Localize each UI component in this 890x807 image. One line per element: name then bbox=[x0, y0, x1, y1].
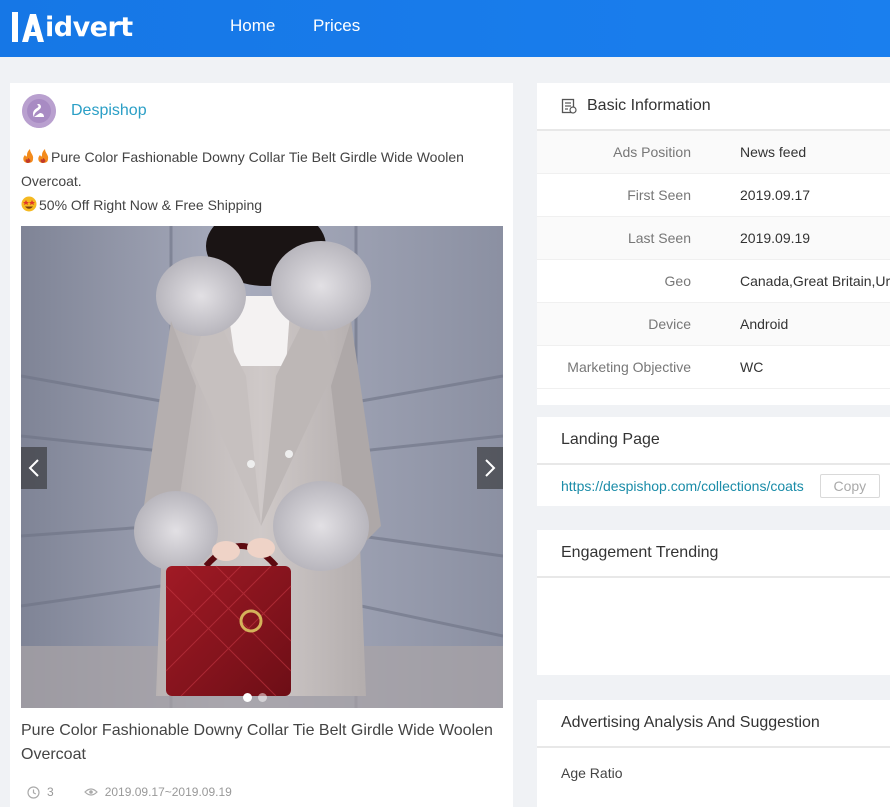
landing-page-header: Landing Page bbox=[537, 417, 890, 465]
top-nav-bar: idvert Home Prices bbox=[0, 0, 890, 57]
info-key: Geo bbox=[664, 273, 691, 289]
ad-date-range: 2019.09.17~2019.09.19 bbox=[104, 785, 232, 799]
info-row-last-seen: Last Seen 2019.09.19 bbox=[537, 217, 890, 260]
ad-text-line1: Pure Color Fashionable Downy Collar Tie … bbox=[21, 149, 464, 189]
fire-emoji-icon bbox=[23, 149, 49, 163]
carousel-dots bbox=[243, 693, 267, 702]
ad-days-count: 3 bbox=[47, 785, 54, 799]
age-ratio-label: Age Ratio bbox=[561, 765, 623, 781]
basic-information-panel: Basic Information Ads Position News feed… bbox=[537, 83, 890, 405]
carousel-next-button[interactable] bbox=[477, 447, 503, 489]
logo-mark-icon bbox=[12, 12, 44, 42]
info-value: News feed bbox=[740, 144, 807, 160]
nav-home-link[interactable]: Home bbox=[230, 16, 275, 36]
copy-url-button[interactable]: Copy bbox=[819, 473, 880, 498]
logo-text: idvert bbox=[45, 11, 133, 43]
nav-prices-link[interactable]: Prices bbox=[313, 16, 360, 36]
basic-information-header: Basic Information bbox=[537, 83, 890, 131]
ad-title: Pure Color Fashionable Downy Collar Tie … bbox=[21, 722, 493, 763]
basic-information-title: Basic Information bbox=[587, 97, 711, 114]
landing-url-row: https://despishop.com/collections/coats … bbox=[537, 465, 890, 506]
ad-meta: 3 2019.09.17~2019.09.19 bbox=[27, 785, 232, 799]
info-key: First Seen bbox=[627, 187, 691, 203]
advertising-analysis-panel: Advertising Analysis And Suggestion Age … bbox=[537, 700, 890, 807]
swan-logo-icon bbox=[22, 94, 56, 128]
ad-media-carousel[interactable] bbox=[21, 226, 503, 708]
info-value: 2019.09.17 bbox=[740, 187, 811, 203]
info-key: Last Seen bbox=[627, 230, 691, 246]
clock-icon bbox=[27, 785, 40, 799]
ad-product-image bbox=[21, 226, 503, 708]
carousel-prev-button[interactable] bbox=[21, 447, 47, 489]
advertiser-avatar[interactable] bbox=[22, 94, 56, 128]
ad-card: Despishop Pure Color Fashionable Downy C… bbox=[10, 83, 513, 807]
ad-text-line2: 50% Off Right Now & Free Shipping bbox=[39, 197, 263, 213]
document-list-icon bbox=[561, 98, 577, 114]
idvert-logo[interactable]: idvert bbox=[10, 8, 133, 46]
info-value: WC bbox=[740, 359, 764, 375]
info-key: Marketing Objective bbox=[567, 359, 691, 375]
landing-page-link[interactable]: https://despishop.com/collections/coats bbox=[561, 478, 804, 494]
info-value: 2019.09.19 bbox=[740, 230, 811, 246]
info-value: Android bbox=[740, 316, 789, 332]
info-value: Canada,Great Britain,Ur bbox=[740, 273, 890, 289]
engagement-trending-header: Engagement Trending bbox=[537, 530, 890, 578]
info-row-marketing-objective: Marketing Objective WC bbox=[537, 346, 890, 389]
info-row-ads-position: Ads Position News feed bbox=[537, 131, 890, 174]
eye-icon bbox=[83, 787, 98, 797]
info-row-device: Device Android bbox=[537, 303, 890, 346]
carousel-dot[interactable] bbox=[258, 693, 267, 702]
basic-info-table: Ads Position News feed First Seen 2019.0… bbox=[537, 131, 890, 389]
ad-post-text: Pure Color Fashionable Downy Collar Tie … bbox=[21, 145, 496, 217]
advertising-analysis-header: Advertising Analysis And Suggestion bbox=[537, 700, 890, 748]
advertiser-name[interactable]: Despishop bbox=[71, 102, 147, 120]
info-key: Ads Position bbox=[613, 144, 691, 160]
info-row-geo: Geo Canada,Great Britain,Ur bbox=[537, 260, 890, 303]
chevron-left-icon bbox=[28, 459, 39, 477]
info-key: Device bbox=[648, 316, 691, 332]
info-row-first-seen: First Seen 2019.09.17 bbox=[537, 174, 890, 217]
carousel-dot[interactable] bbox=[243, 693, 252, 702]
engagement-trending-panel: Engagement Trending bbox=[537, 530, 890, 675]
landing-page-panel: Landing Page https://despishop.com/colle… bbox=[537, 417, 890, 506]
chevron-right-icon bbox=[485, 459, 496, 477]
star-eyes-emoji-icon bbox=[21, 196, 37, 212]
